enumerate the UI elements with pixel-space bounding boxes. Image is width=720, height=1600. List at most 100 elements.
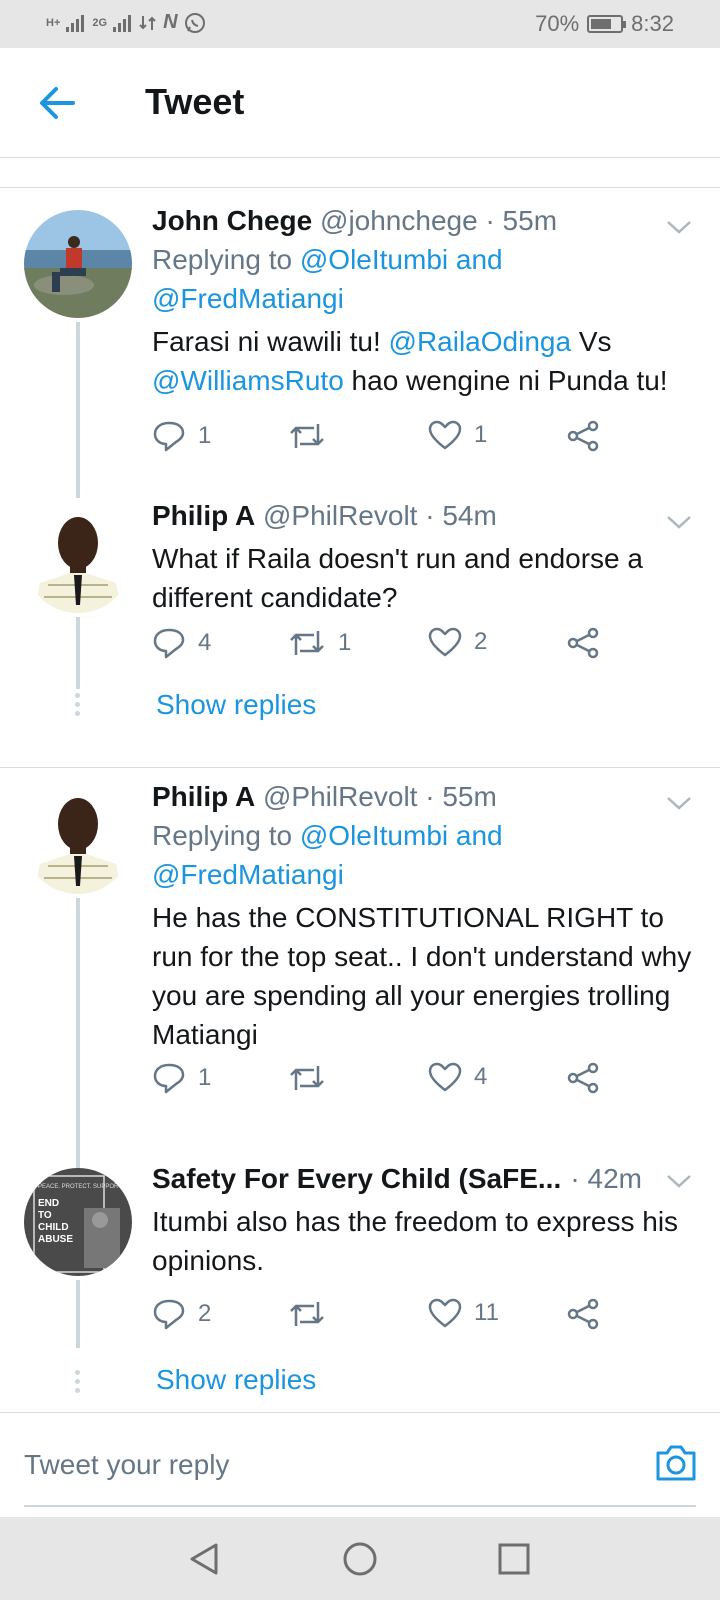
text-part: Farasi ni wawili tu! [152, 326, 389, 357]
replying-and[interactable]: and [456, 244, 503, 275]
like-button[interactable]: 1 [428, 420, 487, 450]
share-button[interactable] [566, 1298, 600, 1330]
nav-home-button[interactable] [338, 1537, 382, 1581]
share-button[interactable] [566, 1062, 600, 1094]
avatar-photo [24, 505, 132, 613]
reply-button[interactable]: 1 [152, 420, 211, 452]
like-button[interactable]: 11 [428, 1298, 499, 1328]
replying-to: Replying to @OleItumbi and @FredMatiangi [152, 816, 696, 894]
thread-line [76, 898, 80, 1176]
share-icon [567, 1062, 599, 1094]
chevron-down-icon[interactable] [664, 1166, 694, 1196]
tweet-content: Safety For Every Child (SaFE... [152, 1160, 590, 1198]
mention-link[interactable]: @FredMatiangi [152, 859, 344, 890]
like-count: 11 [474, 1299, 499, 1326]
whatsapp-icon [184, 12, 205, 33]
chevron-down-icon[interactable] [664, 507, 694, 537]
reply-count: 2 [198, 1300, 212, 1327]
avatar-text: END [38, 1198, 59, 1209]
network-indicator-2: 2G [92, 16, 108, 29]
tweet[interactable]: PEACE. PROTECT. SUPPORT. END TO CHILD AB… [0, 1163, 720, 1396]
author-name[interactable]: John Chege [152, 205, 312, 236]
like-button[interactable]: 2 [428, 627, 487, 657]
back-button[interactable] [32, 78, 82, 128]
mention-link[interactable]: @OleItumbi [300, 244, 448, 275]
chevron-down-icon[interactable] [664, 788, 694, 818]
nav-recents-button[interactable] [492, 1537, 536, 1581]
retweet-count: 1 [338, 629, 352, 656]
tweet-header: John Chege @johnchege · 55m [152, 202, 696, 240]
avatar-photo: PEACE. PROTECT. SUPPORT. END TO CHILD AB… [24, 1168, 132, 1276]
like-count: 2 [474, 628, 488, 655]
avatar[interactable]: PEACE. PROTECT. SUPPORT. END TO CHILD AB… [24, 1168, 132, 1276]
tweet-header: Safety For Every Child (SaFE... [152, 1160, 590, 1198]
author-handle[interactable]: @PhilRevolt [263, 500, 417, 531]
share-button[interactable] [566, 420, 600, 452]
heart-icon [428, 420, 462, 450]
author-name[interactable]: Safety For Every Child (SaFE... [152, 1163, 561, 1194]
back-arrow-icon [40, 87, 75, 119]
show-replies-link[interactable]: Show replies [156, 1364, 316, 1396]
retweet-button[interactable] [288, 1298, 338, 1330]
tweet-actions: 1 1 [152, 420, 612, 460]
tweet-time: · 55m [425, 781, 497, 812]
thread-line [76, 322, 80, 498]
author-handle[interactable]: @PhilRevolt [263, 781, 417, 812]
reply-icon [153, 421, 185, 452]
tweet-content: Philip A @PhilRevolt · 55m Replying to @… [152, 778, 696, 1054]
tweet[interactable]: Philip A @PhilRevolt · 54m What if Raila… [0, 500, 720, 745]
battery-icon [587, 15, 627, 33]
square-recents-icon [498, 1543, 530, 1575]
share-icon [567, 1298, 599, 1330]
share-icon [567, 627, 599, 659]
tweet-actions: 1 4 [152, 1062, 612, 1102]
like-button[interactable]: 4 [428, 1062, 487, 1092]
reply-icon [153, 628, 185, 659]
avatar[interactable] [24, 505, 132, 613]
nav-back-button[interactable] [182, 1537, 226, 1581]
reply-button[interactable]: 2 [152, 1298, 211, 1330]
retweet-button[interactable]: 1 [288, 627, 351, 659]
app-notification-icon: N [163, 11, 178, 33]
thread-line [76, 617, 80, 689]
reply-button[interactable]: 1 [152, 1062, 211, 1094]
tweet-actions: 4 1 2 [152, 627, 612, 667]
like-count: 4 [474, 1063, 488, 1090]
retweet-button[interactable] [288, 1062, 338, 1094]
battery-percent: 70% [535, 11, 580, 36]
replying-to-label: Replying to [152, 244, 293, 275]
avatar[interactable] [24, 786, 132, 894]
mention-link[interactable]: @WilliamsRuto [152, 365, 344, 396]
tweet[interactable]: Philip A @PhilRevolt · 55m Replying to @… [0, 781, 720, 1176]
avatar[interactable] [24, 210, 132, 318]
tweet[interactable]: John Chege @johnchege · 55m Replying to … [0, 205, 720, 500]
author-name[interactable]: Philip A [152, 500, 255, 531]
signal-icon [113, 14, 132, 32]
mention-link[interactable]: @FredMatiangi [152, 283, 344, 314]
author-name[interactable]: Philip A [152, 781, 255, 812]
reply-input[interactable] [24, 1449, 584, 1481]
share-button[interactable] [566, 627, 600, 659]
circle-home-icon [343, 1542, 377, 1576]
heart-icon [428, 1062, 462, 1092]
thread-dots [75, 693, 81, 716]
avatar-photo [24, 210, 132, 318]
chevron-down-icon[interactable] [664, 212, 694, 242]
retweet-button[interactable] [288, 420, 338, 452]
mention-link[interactable]: @RailaOdinga [389, 326, 572, 357]
tweet-time: · 54m [425, 500, 497, 531]
clock: 8:32 [631, 11, 674, 36]
mention-link[interactable]: @OleItumbi [300, 820, 448, 851]
avatar-text: ABUSE [38, 1234, 73, 1245]
reply-icon [153, 1299, 185, 1330]
tweet-text: Farasi ni wawili tu! @RailaOdinga Vs @Wi… [152, 322, 696, 400]
camera-icon[interactable] [654, 1441, 698, 1485]
replying-and[interactable]: and [456, 820, 503, 851]
author-handle[interactable]: @johnchege [320, 205, 478, 236]
show-replies-link[interactable]: Show replies [156, 689, 316, 721]
reply-button[interactable]: 4 [152, 627, 211, 659]
retweet-icon [290, 631, 324, 655]
like-count: 1 [474, 421, 488, 448]
status-icons-left: H+ 2G N [46, 11, 206, 34]
tweet-text: What if Raila doesn't run and endorse a … [152, 543, 643, 613]
